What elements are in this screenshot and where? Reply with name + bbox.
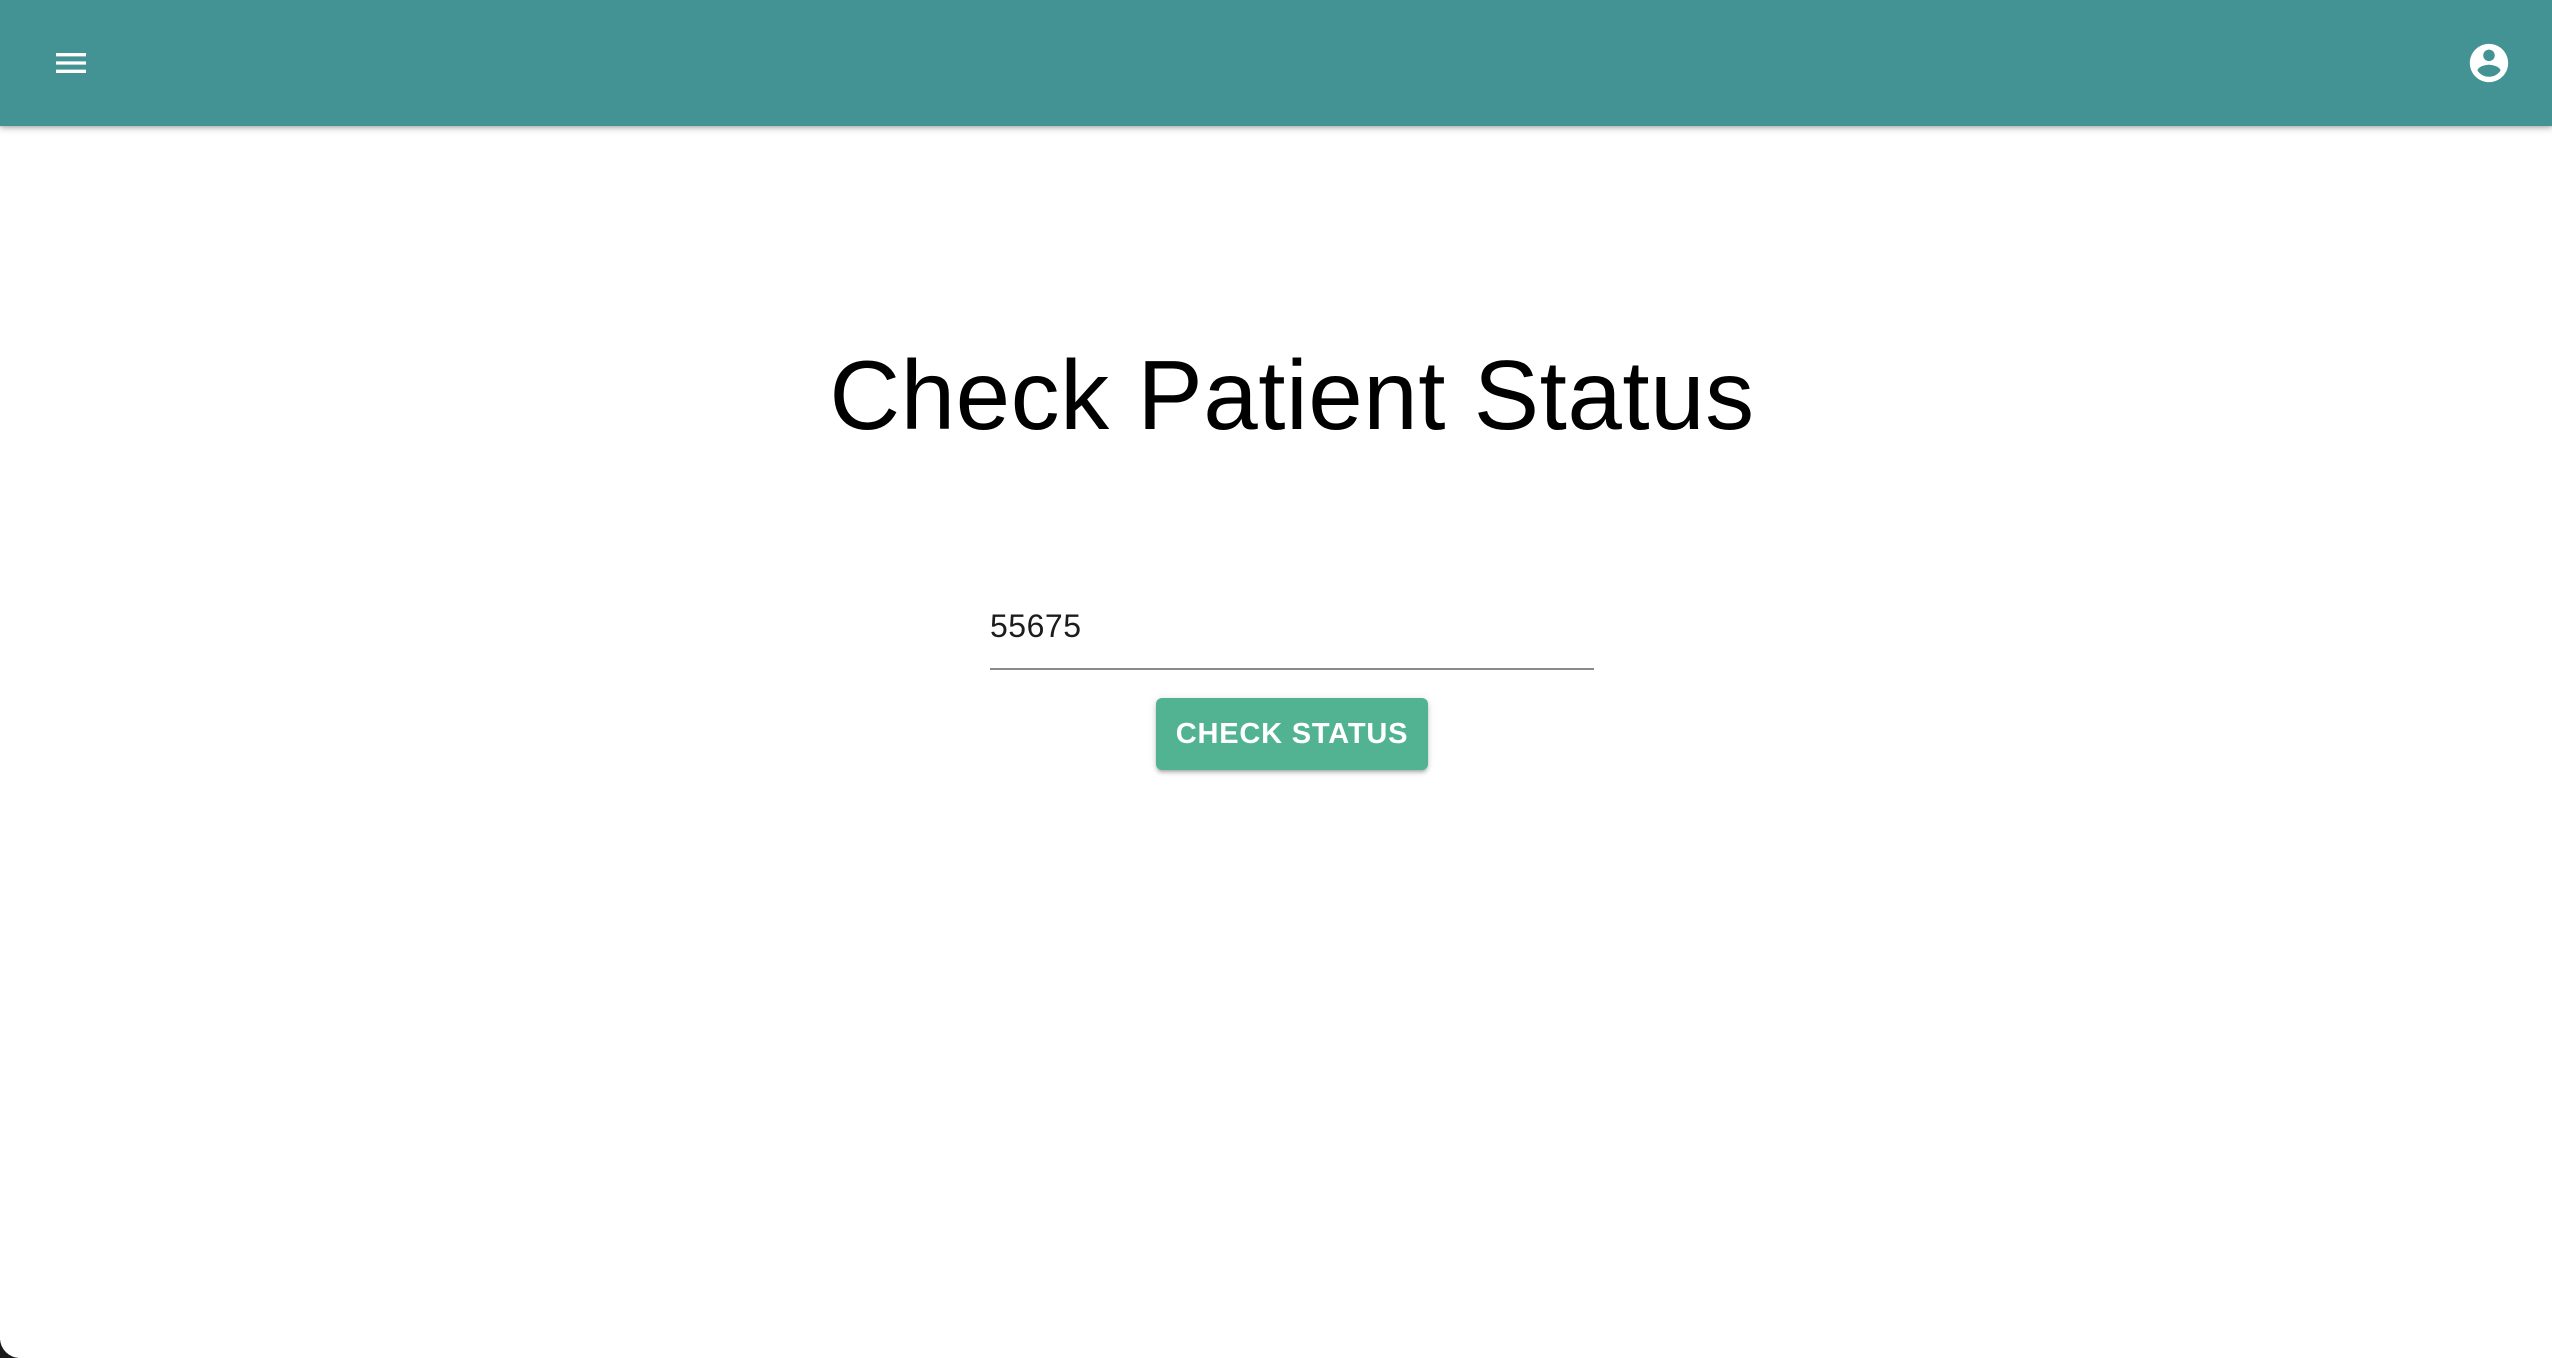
menu-button[interactable] <box>36 28 106 98</box>
page-title: Check Patient Status <box>829 340 1755 450</box>
patient-id-field[interactable] <box>990 586 1594 670</box>
check-status-button[interactable]: CHECK STATUS <box>1156 698 1428 770</box>
page: Check Patient Status CHECK STATUS <box>0 0 2552 1358</box>
patient-id-input[interactable] <box>990 596 1594 656</box>
app-bar <box>0 0 2552 126</box>
menu-icon <box>56 53 86 73</box>
account-circle-icon <box>2469 43 2509 83</box>
main-content: Check Patient Status CHECK STATUS <box>0 126 2552 1358</box>
account-button[interactable] <box>2452 26 2526 100</box>
